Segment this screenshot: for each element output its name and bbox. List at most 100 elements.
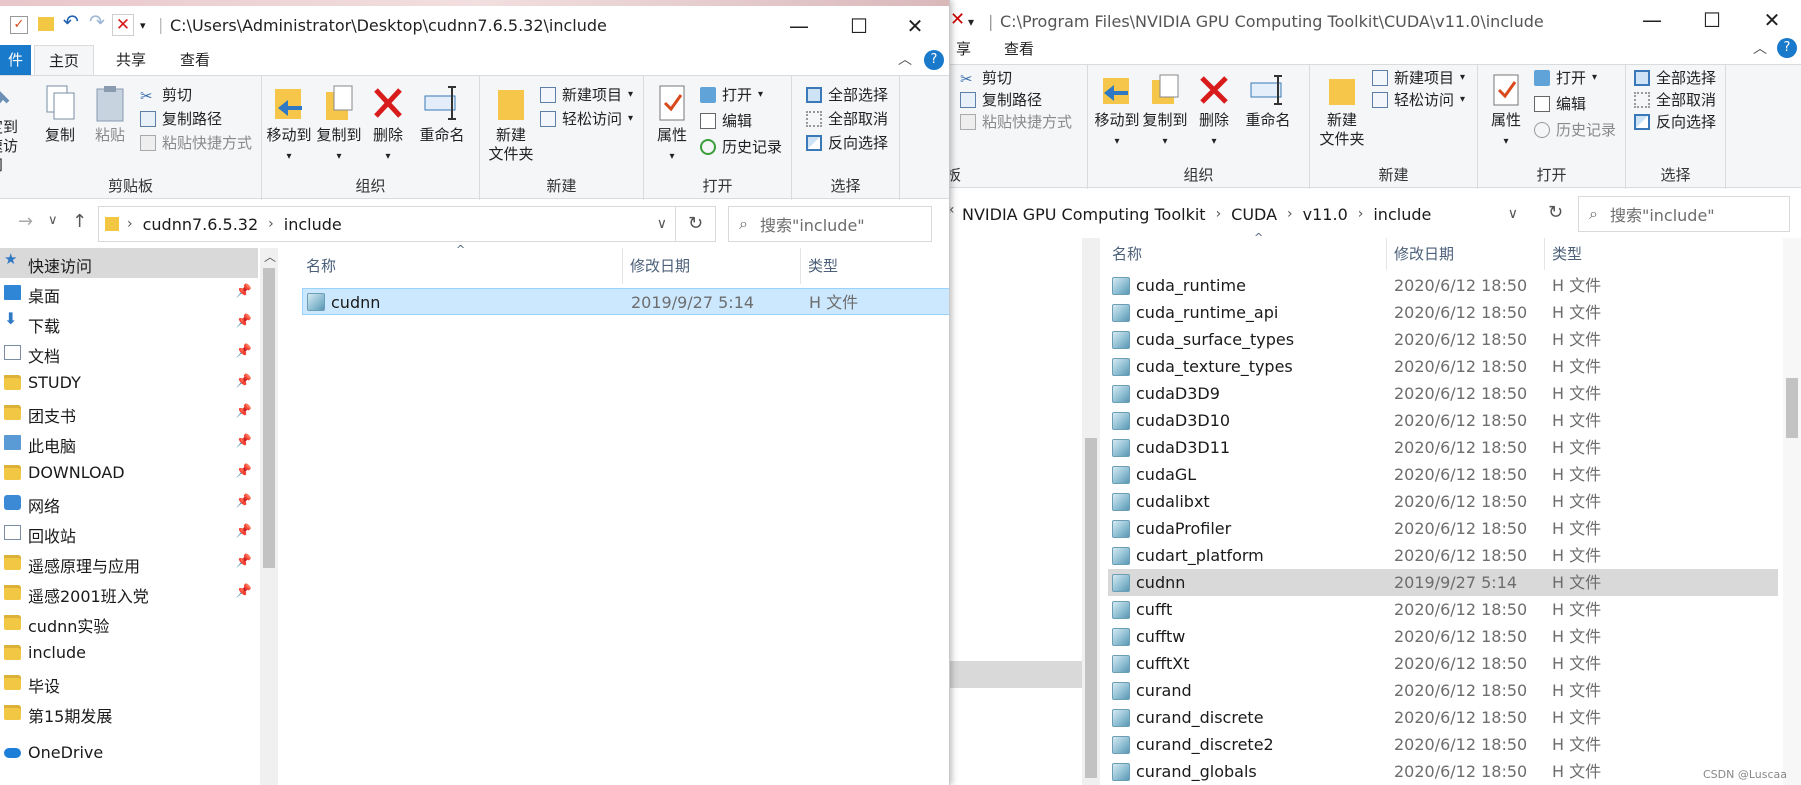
- cut-button[interactable]: ✂ 剪切: [140, 84, 192, 105]
- properties-qat-icon[interactable]: ✓: [10, 16, 28, 34]
- breadcrumb-item[interactable]: include: [284, 215, 342, 234]
- select-all-button[interactable]: 全部选择: [806, 84, 888, 105]
- file-row[interactable]: cudaD3D11 2020/6/12 18:50 H 文件: [1108, 434, 1778, 461]
- pin-icon[interactable]: 📌: [236, 554, 252, 569]
- file-scrollbar[interactable]: [1783, 238, 1801, 785]
- nav-item[interactable]: ★ 快速访问: [0, 248, 258, 278]
- tab-share[interactable]: 享: [948, 34, 985, 64]
- column-header-type[interactable]: 类型: [808, 250, 838, 282]
- pin-icon[interactable]: 📌: [236, 464, 252, 479]
- nav-item[interactable]: 遥感原理与应用 📌: [0, 548, 258, 578]
- file-row[interactable]: cufftw 2020/6/12 18:50 H 文件: [1108, 623, 1778, 650]
- file-row[interactable]: cufft 2020/6/12 18:50 H 文件: [1108, 596, 1778, 623]
- easy-access-button[interactable]: 轻松访问 ▾: [540, 108, 633, 129]
- help-icon[interactable]: ?: [1777, 38, 1797, 58]
- nav-selected-item[interactable]: [948, 661, 1082, 688]
- tab-view[interactable]: 查看: [990, 34, 1048, 64]
- nav-item[interactable]: 文档 📌: [0, 338, 258, 368]
- qat-dropdown-icon[interactable]: ▾: [140, 19, 146, 32]
- column-header-name[interactable]: 名称: [306, 250, 336, 282]
- copy-button[interactable]: 复制: [38, 84, 82, 145]
- file-row[interactable]: cudalibxt 2020/6/12 18:50 H 文件: [1108, 488, 1778, 515]
- column-header-date[interactable]: 修改日期: [630, 250, 690, 282]
- file-row[interactable]: cuda_runtime 2020/6/12 18:50 H 文件: [1108, 272, 1778, 299]
- nav-item[interactable]: 遥感2001班入党 📌: [0, 578, 258, 608]
- edit-button[interactable]: 编辑: [1534, 93, 1586, 114]
- file-row[interactable]: cudaD3D9 2020/6/12 18:50 H 文件: [1108, 380, 1778, 407]
- file-row[interactable]: cuda_texture_types 2020/6/12 18:50 H 文件: [1108, 353, 1778, 380]
- nav-item[interactable]: STUDY 📌: [0, 368, 258, 398]
- nav-item[interactable]: cudnn实验: [0, 608, 258, 638]
- properties-button[interactable]: 属性 ▾: [1484, 73, 1528, 151]
- breadcrumb-item[interactable]: CUDA: [1231, 205, 1277, 224]
- invert-selection-button[interactable]: 反向选择: [806, 132, 888, 153]
- column-header-date[interactable]: 修改日期: [1394, 238, 1454, 270]
- address-dropdown-icon[interactable]: ∨: [1508, 206, 1518, 222]
- delete-qat-icon[interactable]: ✕: [112, 14, 134, 36]
- nav-scrollbar[interactable]: ︿: [260, 248, 278, 785]
- address-dropdown-icon[interactable]: ∨: [657, 216, 667, 232]
- pin-icon[interactable]: 📌: [236, 374, 252, 389]
- pin-icon[interactable]: 📌: [236, 494, 252, 509]
- copy-to-button[interactable]: 复制到 ▾: [1140, 73, 1190, 151]
- tab-view[interactable]: 查看: [166, 45, 224, 75]
- nav-item[interactable]: OneDrive: [0, 738, 258, 768]
- column-header-name[interactable]: 名称: [1112, 238, 1142, 270]
- pin-icon[interactable]: 📌: [236, 344, 252, 359]
- file-row[interactable]: cudaD3D10 2020/6/12 18:50 H 文件: [1108, 407, 1778, 434]
- nav-item[interactable]: include: [0, 638, 258, 668]
- move-to-button[interactable]: 移动到 ▾: [264, 84, 314, 166]
- nav-item[interactable]: 此电脑 📌: [0, 428, 258, 458]
- column-header-type[interactable]: 类型: [1552, 238, 1582, 270]
- pin-icon[interactable]: 📌: [236, 584, 252, 599]
- new-folder-qat-icon[interactable]: [38, 17, 54, 31]
- delete-button[interactable]: 删除 ▾: [366, 84, 410, 166]
- nav-item[interactable]: ⬇ 下载 📌: [0, 308, 258, 338]
- tab-file[interactable]: 件: [0, 45, 32, 75]
- rename-button[interactable]: 重命名: [1238, 73, 1298, 130]
- cut-button[interactable]: ✂ 剪切: [960, 67, 1012, 88]
- pin-icon[interactable]: 📌: [236, 524, 252, 539]
- select-none-button[interactable]: 全部取消: [1634, 89, 1716, 110]
- select-all-button[interactable]: 全部选择: [1634, 67, 1716, 88]
- delete-button[interactable]: 删除 ▾: [1192, 73, 1236, 151]
- file-row[interactable]: curand_discrete 2020/6/12 18:50 H 文件: [1108, 704, 1778, 731]
- collapse-ribbon-icon[interactable]: ︿: [1753, 38, 1767, 58]
- tab-home[interactable]: 主页: [34, 45, 95, 75]
- pin-icon[interactable]: 📌: [236, 284, 252, 299]
- file-row[interactable]: cufftXt 2020/6/12 18:50 H 文件: [1108, 650, 1778, 677]
- breadcrumb[interactable]: › cudnn7.6.5.32 › include ∨: [98, 206, 676, 242]
- back-icon[interactable]: →: [18, 211, 33, 232]
- qat-dropdown-icon[interactable]: ▾: [968, 15, 974, 29]
- recent-locations-icon[interactable]: ∨: [48, 213, 58, 228]
- select-none-button[interactable]: 全部取消: [806, 108, 888, 129]
- easy-access-button[interactable]: 轻松访问 ▾: [1372, 89, 1465, 110]
- properties-button[interactable]: 属性 ▾: [650, 84, 694, 166]
- nav-item[interactable]: 回收站 📌: [0, 518, 258, 548]
- file-row[interactable]: cudaProfiler 2020/6/12 18:50 H 文件: [1108, 515, 1778, 542]
- file-row[interactable]: cudnn 2019/9/27 5:14 H 文件: [302, 288, 949, 315]
- new-folder-button[interactable]: 新建 文件夹: [484, 84, 538, 164]
- close-button[interactable]: ✕: [886, 6, 944, 46]
- new-item-button[interactable]: 新建项目 ▾: [1372, 67, 1465, 88]
- breadcrumb-item[interactable]: cudnn7.6.5.32: [143, 215, 259, 234]
- pin-icon[interactable]: 📌: [236, 404, 252, 419]
- breadcrumb-item[interactable]: NVIDIA GPU Computing Toolkit: [962, 205, 1206, 224]
- refresh-icon[interactable]: ↻: [1548, 202, 1563, 223]
- redo-icon[interactable]: ↷: [89, 11, 105, 33]
- nav-scrollbar[interactable]: [1082, 238, 1100, 785]
- file-row[interactable]: curand_discrete2 2020/6/12 18:50 H 文件: [1108, 731, 1778, 758]
- breadcrumb-item[interactable]: v11.0: [1303, 205, 1348, 224]
- nav-item[interactable]: 桌面 📌: [0, 278, 258, 308]
- collapse-ribbon-icon[interactable]: ︿: [898, 49, 912, 69]
- copy-path-button[interactable]: 复制路径: [140, 108, 222, 129]
- history-button[interactable]: 历史记录: [700, 136, 782, 157]
- file-row[interactable]: cuda_runtime_api 2020/6/12 18:50 H 文件: [1108, 299, 1778, 326]
- maximize-button[interactable]: ☐: [830, 6, 888, 46]
- scroll-up-icon[interactable]: ︿: [264, 248, 276, 265]
- breadcrumb-item[interactable]: include: [1373, 205, 1431, 224]
- edit-button[interactable]: 编辑: [700, 110, 752, 131]
- file-row[interactable]: cudnn 2019/9/27 5:14 H 文件: [1108, 569, 1778, 596]
- nav-item[interactable]: DOWNLOAD 📌: [0, 458, 258, 488]
- new-item-button[interactable]: 新建项目 ▾: [540, 84, 633, 105]
